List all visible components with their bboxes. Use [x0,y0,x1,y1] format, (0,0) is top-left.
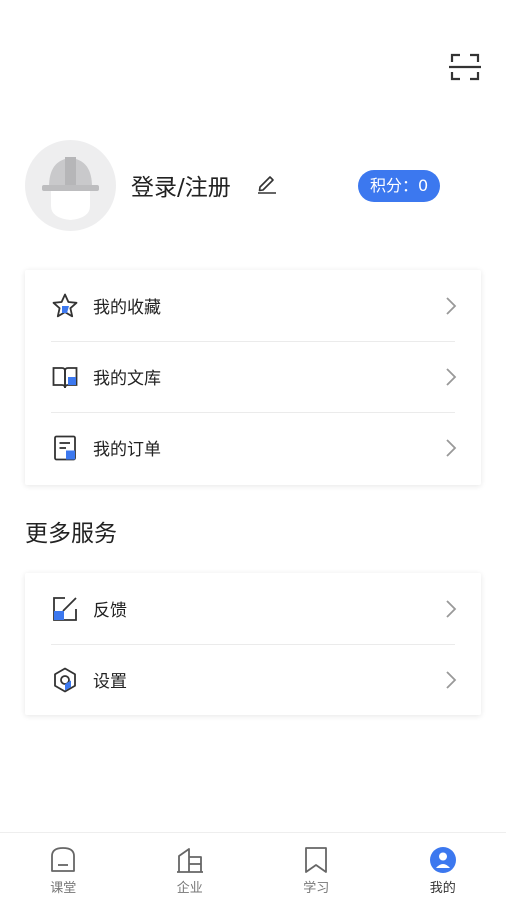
feedback-icon [53,596,77,621]
chevron-right-icon [446,600,457,618]
classroom-icon [51,847,76,872]
tab-label: 我的 [429,881,456,896]
tab-profile[interactable]: 我的 [380,833,506,900]
tab-classroom[interactable]: 课堂 [0,833,127,900]
star-icon [52,293,78,317]
settings-icon [54,667,76,692]
more-services-card: 反馈 设置 [25,573,481,715]
section-title: 更多服务 [25,521,117,547]
chevron-right-icon [446,297,457,315]
bookmark-icon [305,847,328,873]
chevron-right-icon [446,439,457,457]
menu-item-feedback[interactable]: 反馈 [25,573,481,644]
profile-page: 登录/注册 积分：0 我的收藏 我的文库 我的订单 更多服务 反馈 设置 课堂 … [0,0,506,900]
chevron-right-icon [446,368,457,386]
menu-item-label: 我的订单 [93,440,161,460]
tab-label: 企业 [176,881,203,896]
order-icon [54,435,76,460]
scan-button[interactable] [446,50,484,84]
pencil-icon[interactable] [256,172,278,194]
bottom-tab-bar: 课堂 企业 学习 我的 [0,832,506,900]
tab-enterprise[interactable]: 企业 [127,833,254,900]
avatar[interactable] [25,140,116,231]
menu-item-orders[interactable]: 我的订单 [25,412,481,483]
book-icon [52,366,78,388]
helmet-icon [42,157,99,220]
scan-icon [449,53,481,81]
tab-label: 学习 [303,881,330,896]
menu-item-settings[interactable]: 设置 [25,644,481,715]
enterprise-icon [176,848,203,873]
profile-icon [429,847,456,873]
menu-item-label: 我的收藏 [93,298,161,318]
menu-item-label: 我的文库 [93,369,161,389]
my-items-card: 我的收藏 我的文库 我的订单 [25,270,481,485]
menu-item-label: 反馈 [93,601,127,621]
tab-label: 课堂 [50,881,77,896]
menu-item-label: 设置 [93,672,127,692]
chevron-right-icon [446,671,457,689]
menu-item-library[interactable]: 我的文库 [25,341,481,412]
tab-study[interactable]: 学习 [253,833,380,900]
points-badge[interactable]: 积分：0 [358,170,441,202]
login-register-link[interactable]: 登录/注册 [131,168,231,202]
menu-item-favorites[interactable]: 我的收藏 [25,270,481,341]
